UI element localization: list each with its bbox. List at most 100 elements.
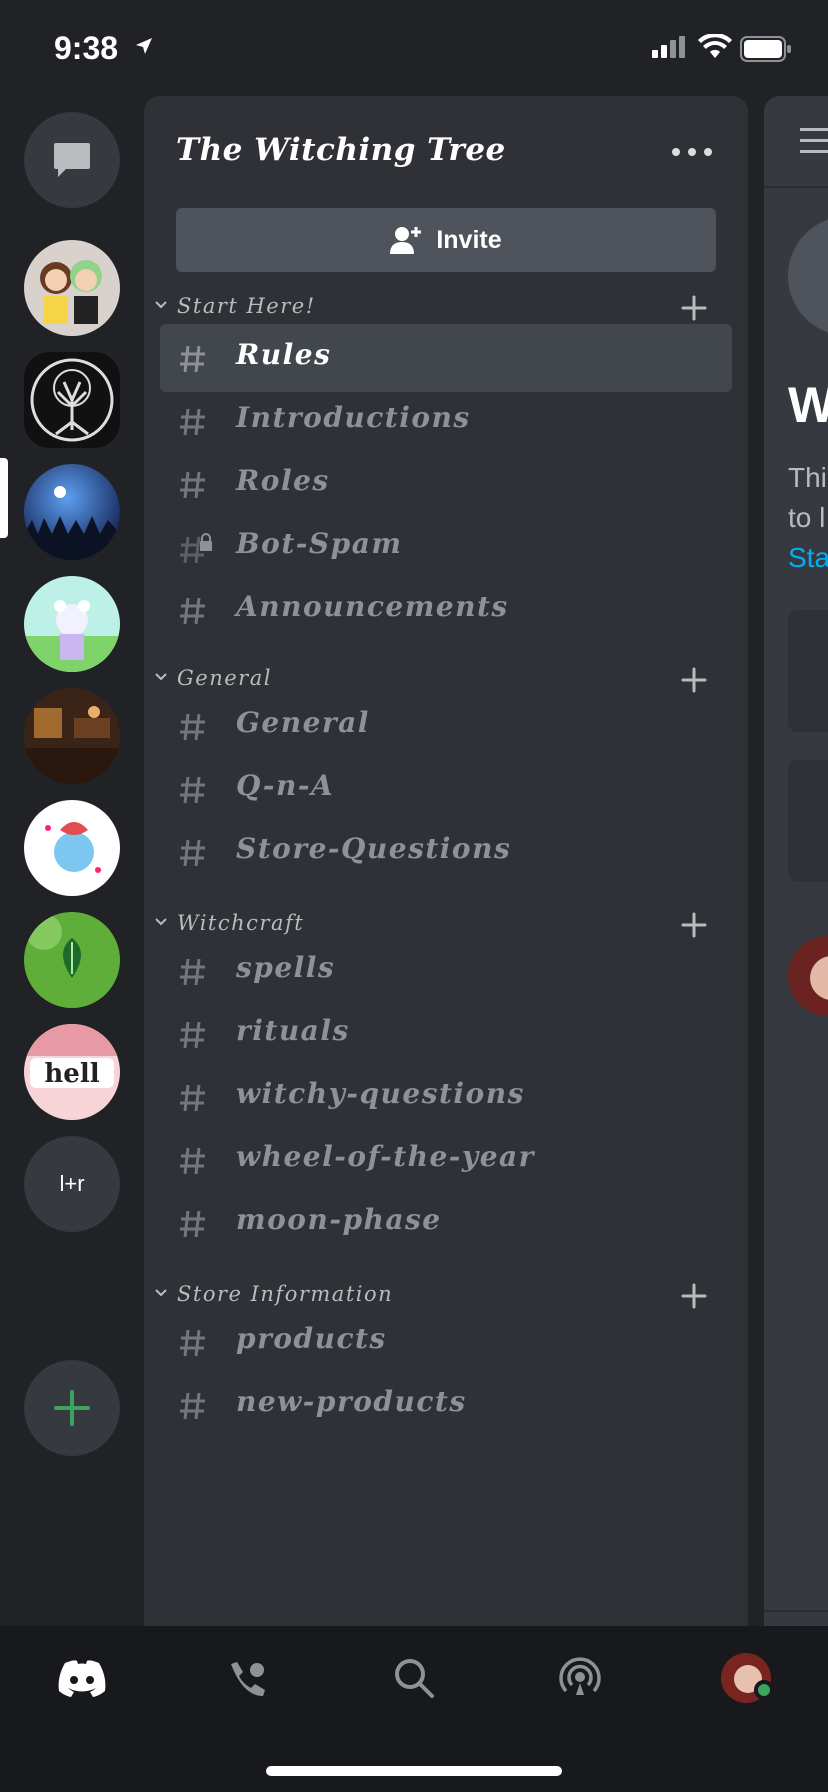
server-rail: hell l+r: [0, 96, 144, 1626]
hash-icon: [180, 408, 205, 436]
channel-label: Announcements: [236, 590, 509, 623]
tab-search[interactable]: [364, 1646, 464, 1710]
channel-item[interactable]: Bot-Spam: [160, 513, 732, 581]
svg-text:hell: hell: [44, 1059, 99, 1089]
server-icon-strawberry[interactable]: [24, 800, 120, 896]
chevron-down-icon: [155, 918, 167, 926]
plus-icon: [54, 1390, 90, 1426]
more-dot-icon: [672, 148, 680, 156]
invite-button[interactable]: Invite: [176, 208, 716, 272]
channel-label: wheel-of-the-year: [236, 1140, 535, 1173]
channel-label: moon-phase: [236, 1203, 442, 1236]
chat-peek-panel[interactable]: W Thi to l Sta: [764, 96, 828, 1626]
channel-item[interactable]: Q-n-A: [160, 755, 732, 823]
channel-item[interactable]: wheel-of-the-year: [160, 1126, 732, 1194]
channel-panel: The Witching Tree Invite Start Here! Rule…: [144, 96, 748, 1626]
chevron-down-icon: [155, 1289, 167, 1297]
channel-item[interactable]: Introductions: [160, 387, 732, 455]
channel-label: Store-Questions: [236, 832, 512, 865]
channel-item[interactable]: moon-phase: [160, 1189, 732, 1257]
category-label: General: [177, 666, 272, 690]
chevron-down-icon: [155, 673, 167, 681]
hash-icon: [180, 471, 205, 499]
channel-item[interactable]: Announcements: [160, 576, 732, 644]
hash-icon: [180, 1084, 205, 1112]
welcome-heading: W: [788, 377, 828, 433]
add-server-button[interactable]: [24, 1360, 120, 1456]
broadcast-icon: [559, 1657, 601, 1695]
welcome-card[interactable]: [788, 610, 828, 732]
welcome-text-line-2: to l: [788, 502, 826, 533]
channel-item[interactable]: Roles: [160, 450, 732, 518]
server-icon-hell[interactable]: hell: [24, 1024, 120, 1120]
server-icon-leaf[interactable]: [24, 912, 120, 1008]
channel-label: spells: [236, 951, 336, 984]
hash-icon: [180, 839, 205, 867]
server-icon-friends[interactable]: [24, 240, 120, 336]
channel-label: rituals: [236, 1014, 350, 1047]
direct-messages-button[interactable]: [24, 112, 120, 208]
channel-label: Rules: [236, 338, 332, 371]
category-label: Witchcraft: [177, 911, 305, 935]
hash-icon: [180, 1329, 205, 1357]
channel-item[interactable]: Store-Questions: [160, 818, 732, 886]
server-more-button[interactable]: [672, 140, 712, 164]
status-bar: 9:38: [0, 0, 828, 96]
channel-label: Bot-Spam: [236, 527, 403, 560]
channel-item[interactable]: witchy-questions: [160, 1063, 732, 1131]
message-avatar[interactable]: [788, 936, 828, 1016]
server-icon-lr[interactable]: l+r: [24, 1136, 120, 1232]
channel-item[interactable]: rituals: [160, 1000, 732, 1068]
server-icon-cozy-room[interactable]: [24, 688, 120, 784]
invite-label: Invite: [436, 225, 502, 254]
peek-divider: [764, 186, 828, 188]
selected-server-indicator: [0, 458, 8, 538]
hash-icon: [180, 597, 205, 625]
channel-item[interactable]: new-products: [160, 1371, 732, 1439]
add-user-icon: [390, 227, 422, 254]
status-time: 9:38: [54, 30, 119, 66]
hamburger-menu-icon[interactable]: [800, 126, 828, 156]
hash-icon: [180, 1147, 205, 1175]
channel-item[interactable]: General: [160, 692, 732, 760]
channel-label: General: [236, 706, 370, 739]
channel-label: Q-n-A: [236, 769, 335, 802]
welcome-card[interactable]: [788, 760, 828, 882]
channel-label: Introductions: [236, 401, 471, 434]
server-icon-anime-girl[interactable]: [24, 576, 120, 672]
welcome-link[interactable]: Sta: [788, 542, 828, 574]
tab-mentions[interactable]: [530, 1646, 630, 1710]
add-channel-icon[interactable]: [680, 911, 708, 939]
add-channel-icon[interactable]: [680, 1282, 708, 1310]
server-icon-witching-tree[interactable]: [24, 352, 120, 448]
hash-icon: [180, 1392, 205, 1420]
tab-profile[interactable]: [696, 1646, 796, 1710]
tab-friends[interactable]: [198, 1646, 298, 1710]
channel-item[interactable]: spells: [160, 937, 732, 1005]
channel-item[interactable]: Rules: [160, 324, 732, 392]
cellular-signal-icon: [652, 36, 685, 58]
channel-label: products: [236, 1322, 387, 1355]
add-channel-icon[interactable]: [680, 294, 708, 322]
search-icon: [395, 1659, 434, 1698]
friends-icon: [231, 1662, 265, 1696]
channel-label: Roles: [236, 464, 330, 497]
channel-category[interactable]: Start Here!: [144, 288, 748, 328]
channel-item[interactable]: products: [160, 1308, 732, 1376]
hash-icon: [180, 713, 205, 741]
hash-icon: [180, 1210, 205, 1238]
hash-icon: [180, 776, 205, 804]
server-name[interactable]: The Witching Tree: [176, 132, 506, 168]
add-channel-icon[interactable]: [680, 666, 708, 694]
discord-logo-icon: [58, 1660, 106, 1697]
battery-icon: [740, 36, 791, 62]
channel-label: new-products: [236, 1385, 467, 1418]
channel-welcome-icon: [788, 216, 828, 336]
server-icon-night-sky[interactable]: [24, 464, 120, 560]
home-indicator[interactable]: [266, 1766, 562, 1776]
tab-home[interactable]: [32, 1646, 132, 1710]
category-label: Start Here!: [177, 294, 316, 318]
peek-divider: [764, 1610, 828, 1612]
hash-icon: [180, 345, 205, 373]
online-status-indicator: [754, 1680, 774, 1700]
